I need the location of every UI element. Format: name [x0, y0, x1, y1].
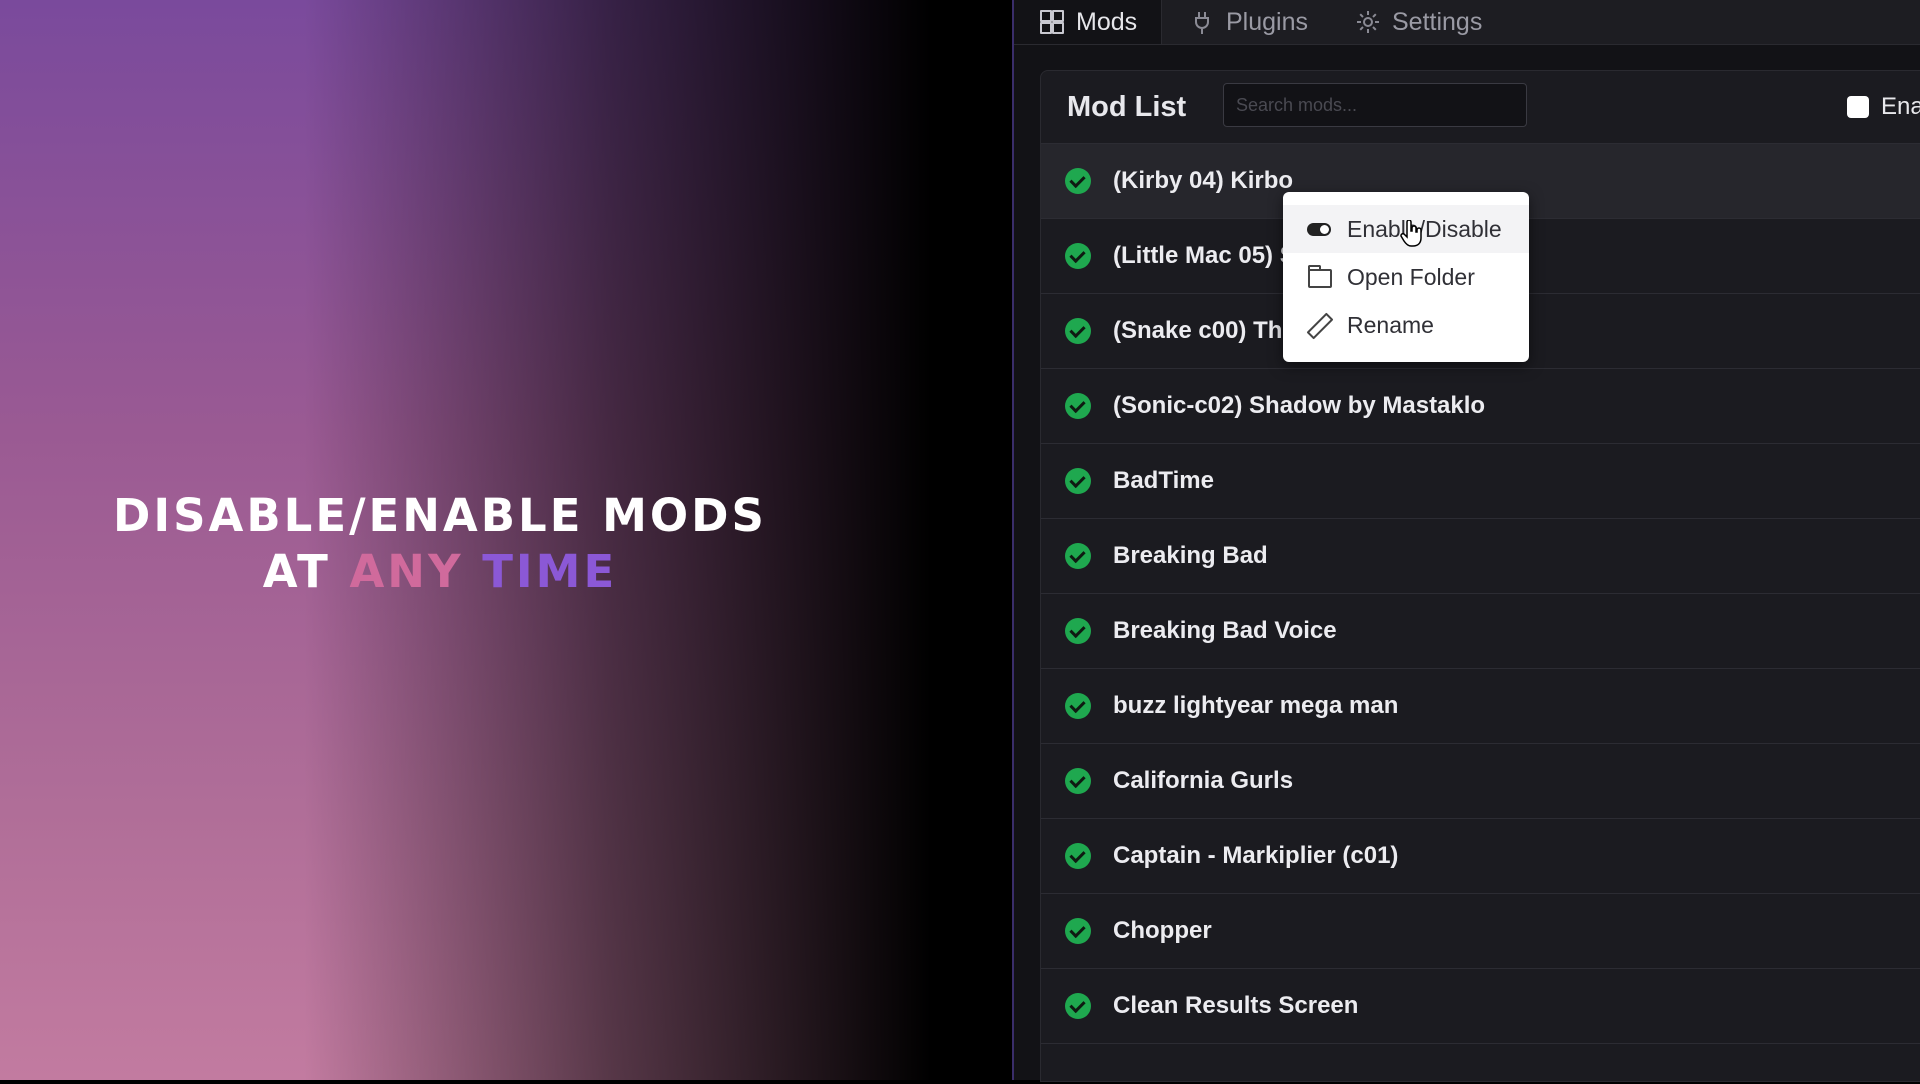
search-input[interactable] — [1223, 83, 1527, 127]
list-item[interactable]: Breaking Bad — [1041, 518, 1920, 593]
folder-icon — [1307, 265, 1333, 288]
list-item[interactable]: (Sonic-c02) Shadow by Mastaklo — [1041, 368, 1920, 443]
promo-line-2: AT ANY TIME — [0, 544, 880, 600]
mod-list-header: Mod List Ena — [1041, 71, 1920, 143]
mod-name: buzz lightyear mega man — [1113, 692, 1399, 719]
mod-name: (Snake c00) The — [1113, 317, 1296, 344]
list-item[interactable]: Chopper — [1041, 893, 1920, 968]
list-item[interactable]: Clean Results Screen — [1041, 968, 1920, 1043]
check-circle-icon — [1065, 543, 1091, 569]
mod-name: Chopper — [1113, 917, 1212, 944]
mod-name: (Little Mac 05) S — [1113, 242, 1296, 269]
enable-all-toggle[interactable]: Ena — [1847, 93, 1920, 121]
tab-plugins[interactable]: Plugins — [1190, 0, 1308, 44]
tab-mods-label: Mods — [1076, 7, 1138, 36]
check-circle-icon — [1065, 918, 1091, 944]
mod-name: Breaking Bad Voice — [1113, 617, 1337, 644]
menu-item-open-folder[interactable]: Open Folder — [1283, 253, 1529, 301]
hand-cursor-icon — [1400, 220, 1422, 247]
promo-line-2-prefix: AT — [262, 545, 331, 598]
mod-name: (Kirby 04) Kirbo — [1113, 167, 1294, 194]
check-circle-icon — [1065, 393, 1091, 419]
tab-bar: Mods Plugins Settings — [1014, 0, 1920, 45]
menu-item-label: Open Folder — [1347, 263, 1475, 290]
list-item[interactable]: Breaking Bad Voice — [1041, 593, 1920, 668]
mod-list-title: Mod List — [1067, 91, 1187, 123]
list-item[interactable] — [1041, 1043, 1920, 1084]
promo-word-any: ANY — [349, 545, 464, 598]
plug-icon — [1190, 10, 1214, 34]
promo-line-1: DISABLE/ENABLE MODS — [113, 489, 767, 542]
tab-plugins-label: Plugins — [1226, 7, 1308, 36]
list-item[interactable]: BadTime — [1041, 443, 1920, 518]
menu-item-label: Rename — [1347, 311, 1434, 338]
tab-settings[interactable]: Settings — [1356, 0, 1482, 44]
mod-name: Clean Results Screen — [1113, 992, 1359, 1019]
toggle-icon — [1307, 218, 1333, 240]
list-item[interactable]: California Gurls — [1041, 743, 1920, 818]
promo-headline: DISABLE/ENABLE MODS AT ANY TIME — [0, 488, 880, 600]
pencil-icon — [1306, 312, 1334, 340]
list-item[interactable]: Captain - Markiplier (c01) — [1041, 818, 1920, 893]
promo-panel: DISABLE/ENABLE MODS AT ANY TIME — [0, 0, 1012, 1080]
check-circle-icon — [1065, 168, 1091, 194]
context-menu: Enable/Disable Open Folder Rename — [1283, 192, 1529, 362]
check-circle-icon — [1065, 993, 1091, 1019]
list-item[interactable]: buzz lightyear mega man — [1041, 668, 1920, 743]
mod-name: Captain - Markiplier (c01) — [1113, 842, 1399, 869]
check-circle-icon — [1065, 768, 1091, 794]
tab-settings-label: Settings — [1392, 7, 1483, 36]
tab-mods[interactable]: Mods — [1014, 0, 1162, 44]
grid-icon — [1040, 10, 1064, 34]
promo-word-time: TIME — [482, 545, 618, 598]
check-circle-icon — [1065, 618, 1091, 644]
check-circle-icon — [1065, 243, 1091, 269]
gear-icon — [1356, 10, 1380, 34]
check-circle-icon — [1065, 318, 1091, 344]
mod-name: BadTime — [1113, 467, 1214, 494]
menu-item-label: Enable/Disable — [1347, 215, 1502, 242]
mod-name: Breaking Bad — [1113, 542, 1268, 569]
enable-all-label: Ena — [1881, 93, 1920, 120]
enable-all-checkbox[interactable] — [1847, 96, 1869, 118]
mod-name: California Gurls — [1113, 767, 1294, 794]
app-window: Mods Plugins Settings Mod List Ena (Kirb… — [1012, 0, 1920, 1082]
menu-item-rename[interactable]: Rename — [1283, 301, 1529, 349]
check-circle-icon — [1065, 843, 1091, 869]
check-circle-icon — [1065, 693, 1091, 719]
check-circle-icon — [1065, 468, 1091, 494]
mod-name: (Sonic-c02) Shadow by Mastaklo — [1113, 392, 1486, 419]
